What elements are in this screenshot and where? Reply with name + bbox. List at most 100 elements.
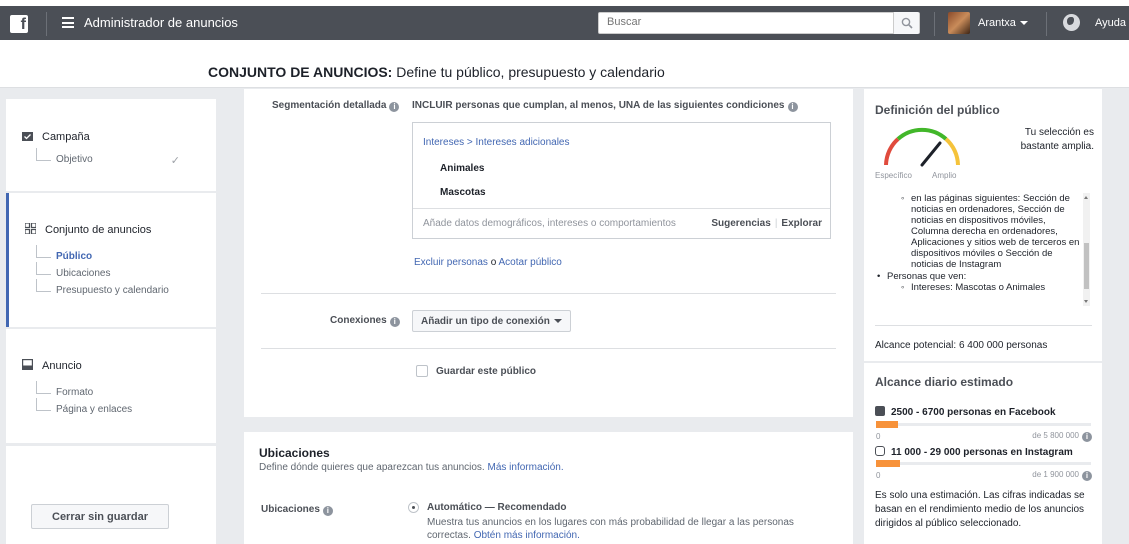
suggestions-link[interactable]: Sugerencias: [711, 218, 770, 229]
facebook-logo-icon[interactable]: f: [10, 15, 28, 33]
search-input[interactable]: [607, 16, 887, 28]
learn-more-link[interactable]: Obtén más información.: [474, 530, 580, 541]
sidebar-item-objetivo[interactable]: Objetivo: [36, 148, 93, 165]
search-button[interactable]: [893, 12, 919, 34]
instagram-max: de 1 900 000 i: [1032, 470, 1092, 481]
sidebar-section-ad[interactable]: Anuncio Formato Página y enlaces: [6, 329, 216, 443]
info-icon[interactable]: i: [322, 506, 333, 516]
exclude-people-link[interactable]: Excluir personas: [414, 257, 488, 268]
placements-panel: Ubicaciones Define dónde quieres que apa…: [244, 432, 853, 544]
targeting-box: Intereses > Intereses adicionales Animal…: [412, 122, 831, 239]
divider: [1046, 12, 1047, 36]
page-title-bold: CONJUNTO DE ANUNCIOS:: [208, 64, 393, 80]
search-box: [598, 12, 920, 34]
breadcrumb[interactable]: Intereses > Intereses adicionales: [423, 137, 569, 148]
targeting-input[interactable]: Añade datos demográficos, intereses o co…: [423, 218, 676, 229]
audience-gauge: [884, 127, 960, 167]
info-icon[interactable]: i: [1082, 471, 1092, 481]
app-title[interactable]: Administrador de anuncios: [84, 15, 238, 30]
divider: [934, 12, 935, 36]
scroll-down-icon[interactable]: [1084, 300, 1088, 303]
list-item: Personas que ven:: [875, 271, 1085, 282]
chevron-down-icon[interactable]: [1020, 21, 1028, 25]
page-header: CONJUNTO DE ANUNCIOS: Define tu público,…: [0, 40, 1129, 88]
sidebar-section-campaign[interactable]: Campaña Objetivo ✓: [6, 99, 216, 191]
globe-icon[interactable]: [1063, 14, 1080, 31]
sidebar-item-campaign[interactable]: Campaña: [22, 131, 90, 143]
divider: [261, 293, 836, 294]
instagram-reach-fill: [876, 460, 900, 467]
info-icon[interactable]: i: [787, 102, 798, 112]
audience-details-list: en las páginas siguientes: Sección de no…: [875, 193, 1085, 306]
automatic-placements-title[interactable]: Automático — Recomendado: [427, 502, 566, 513]
facebook-reach-bar: [876, 421, 1091, 428]
automatic-placements-radio[interactable]: [408, 502, 419, 513]
save-audience-checkbox-row[interactable]: Guardar este público: [416, 365, 536, 377]
automatic-placements-desc: Muestra tus anuncios en los lugares con …: [427, 517, 794, 541]
save-audience-label: Guardar este público: [436, 366, 537, 377]
list-item: Intereses: Mascotas o Animales: [875, 282, 1085, 293]
sidebar-item-adset[interactable]: Conjunto de anuncios: [24, 222, 152, 236]
browse-link[interactable]: Explorar: [781, 218, 822, 229]
narrow-audience-link[interactable]: Acotar público: [499, 257, 562, 268]
sidebar-item-formato[interactable]: Formato: [36, 381, 93, 398]
search-icon: [901, 17, 913, 29]
targeting-input-row: Añade datos demográficos, intereses o co…: [413, 208, 830, 238]
sidebar-item-label: Campaña: [42, 131, 90, 143]
interest-tag[interactable]: Animales: [440, 163, 484, 174]
targeting-links: Sugerencias | Explorar: [711, 218, 822, 229]
scroll-up-icon[interactable]: [1084, 196, 1088, 199]
placements-label: Ubicaciones i: [261, 504, 333, 516]
audience-definition-panel: Definición del público Específico Amplio…: [864, 89, 1102, 361]
avatar[interactable]: [948, 12, 970, 34]
user-name[interactable]: Arantxa: [978, 17, 1016, 29]
daily-reach-panel: Alcance diario estimado 2500 - 6700 pers…: [864, 363, 1102, 544]
sidebar-item-ubicaciones[interactable]: Ubicaciones: [36, 262, 110, 279]
instagram-min: 0: [876, 471, 881, 480]
close-without-saving-button[interactable]: Cerrar sin guardar: [31, 504, 169, 529]
checkmark-icon: ✓: [170, 155, 180, 167]
info-icon[interactable]: i: [1082, 432, 1092, 442]
placements-title: Ubicaciones: [259, 446, 330, 460]
sidebar-item-ad[interactable]: Anuncio: [22, 359, 82, 372]
sidebar-item-publico[interactable]: Público: [36, 245, 92, 262]
gauge-specific-label: Específico: [875, 171, 912, 180]
instagram-icon: [875, 446, 885, 456]
chevron-down-icon: [553, 318, 562, 323]
interest-tag[interactable]: Mascotas: [440, 187, 486, 198]
more-info-link[interactable]: Más información.: [488, 462, 564, 473]
daily-reach-title: Alcance diario estimado: [875, 375, 1014, 389]
audience-definition-title: Definición del público: [875, 103, 1000, 117]
info-icon[interactable]: i: [389, 102, 400, 112]
folder-icon: [22, 131, 33, 141]
divider: [46, 12, 47, 36]
sidebar-item-label: Conjunto de anuncios: [45, 224, 152, 236]
instagram-reach-range: 11 000 - 29 000 personas en Instagram: [891, 447, 1073, 458]
targeting-heading: INCLUIR personas que cumplan, al menos, …: [412, 100, 798, 112]
add-connection-dropdown[interactable]: Añadir un tipo de conexión: [412, 310, 571, 332]
facebook-max: de 5 800 000 i: [1032, 431, 1092, 442]
scrollbar[interactable]: [1083, 193, 1090, 306]
estimate-note: Es solo una estimación. Las cifras indic…: [875, 490, 1085, 529]
instagram-reach: 11 000 - 29 000 personas en Instagram: [875, 446, 1073, 458]
scrollbar-thumb[interactable]: [1084, 243, 1089, 289]
page-title: CONJUNTO DE ANUNCIOS: Define tu público,…: [208, 64, 665, 80]
sidebar: Campaña Objetivo ✓ Conjunto de anuncios …: [0, 89, 216, 544]
facebook-reach-fill: [876, 421, 898, 428]
targeting-label: Segmentación detallada i: [272, 100, 400, 112]
sidebar-item-pagina[interactable]: Página y enlaces: [36, 398, 132, 415]
hamburger-menu-icon[interactable]: [62, 17, 74, 28]
save-audience-checkbox[interactable]: [416, 365, 428, 377]
or-text: o: [487, 257, 499, 268]
list-item: en las páginas siguientes: Sección de no…: [875, 193, 1085, 270]
help-link[interactable]: Ayuda: [1095, 17, 1126, 29]
sidebar-section-adset[interactable]: Conjunto de anuncios Público Ubicaciones…: [6, 193, 216, 327]
gauge-broad-label: Amplio: [932, 171, 957, 180]
sidebar-item-label: Anuncio: [42, 360, 82, 372]
grid-icon: [24, 222, 37, 235]
sidebar-item-presupuesto[interactable]: Presupuesto y calendario: [36, 279, 169, 296]
connections-label: Conexiones i: [330, 315, 400, 327]
info-icon[interactable]: i: [389, 317, 400, 327]
divider: [875, 325, 1092, 326]
facebook-icon: [875, 406, 885, 416]
